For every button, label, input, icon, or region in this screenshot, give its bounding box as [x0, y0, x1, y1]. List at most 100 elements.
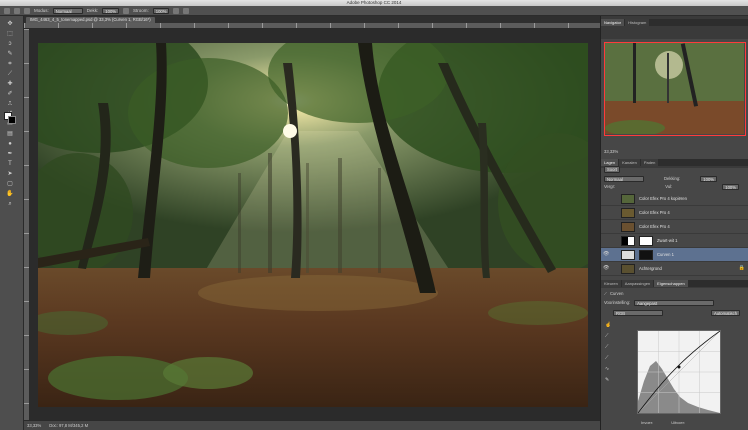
lock-icon: 🔒 — [738, 265, 745, 271]
brush-tool-icon[interactable]: ✐ — [6, 90, 14, 98]
move-tool-icon[interactable]: ✥ — [6, 20, 14, 28]
flow-label: Stroom: — [133, 8, 149, 13]
pressure-size-icon[interactable] — [183, 7, 190, 14]
brush-panel-icon[interactable] — [24, 7, 30, 14]
gradient-tool-icon[interactable]: ▤ — [6, 130, 14, 138]
layer-thumbnail — [621, 264, 635, 274]
dodge-tool-icon[interactable]: ● — [6, 140, 14, 148]
navigator-thumbnail[interactable] — [604, 42, 746, 136]
adjustment-layer-icon — [621, 236, 635, 246]
layer-filter-select[interactable]: Soort — [604, 166, 621, 173]
zoom-readout[interactable]: 33,33% — [27, 423, 41, 428]
tab-channels[interactable]: Kanalen — [619, 159, 640, 166]
channel-row: RGB Automatisch — [613, 310, 741, 316]
navigator-panel: 33,33% — [601, 39, 748, 159]
layer-thumbnail — [621, 222, 635, 232]
tab-navigator[interactable]: Navigator — [601, 19, 625, 26]
crop-tool-icon[interactable]: ⌗ — [6, 60, 14, 68]
layers-tabs: Lagen Kanalen Paden — [601, 159, 748, 166]
preset-row: Voorinstelling: Aangepast — [604, 300, 715, 306]
blend-row: Normaal Dekking: 100% — [604, 176, 718, 182]
tab-colors[interactable]: Kleuren — [601, 280, 621, 287]
input-label: Invoer: — [641, 420, 654, 425]
layer-name: Color Efex Pro 4 — [639, 210, 670, 215]
opacity-label: Dekk: — [86, 8, 99, 13]
layer-row[interactable]: Color Efex Pro 4 — [601, 206, 748, 220]
tab-layers[interactable]: Lagen — [601, 159, 619, 166]
layer-row[interactable]: Color Efex Pro 4 kopiëren — [601, 192, 748, 206]
visibility-toggle-icon[interactable] — [603, 238, 608, 243]
eyedropper-tool-icon[interactable]: ⟋ — [6, 70, 14, 78]
layer-filter-row: Soort — [604, 166, 621, 173]
curves-icon: ⟋ — [604, 291, 607, 296]
gray-point-eyedropper-icon[interactable]: ⟋ — [605, 344, 611, 350]
airbrush-icon[interactable] — [173, 7, 180, 14]
path-select-icon[interactable]: ➤ — [6, 170, 14, 178]
shape-tool-icon[interactable]: ▢ — [6, 180, 14, 188]
output-label: Uitvoer: — [671, 420, 686, 425]
app-title: Adobe Photoshop CC 2014 — [346, 0, 402, 5]
navigator-preview — [605, 43, 744, 135]
panel-title: Curven — [609, 291, 624, 296]
zoom-tool-icon[interactable]: ⌕ — [6, 200, 14, 208]
forest-image — [38, 43, 588, 407]
tab-paths[interactable]: Paden — [640, 159, 659, 166]
layer-thumbnail — [621, 208, 635, 218]
layer-row[interactable]: Color Efex Pro 4 — [601, 220, 748, 234]
curves-adjustment-icon — [621, 250, 635, 260]
tab-adjustments[interactable]: Aanpassingen — [621, 280, 654, 287]
layer-opacity-label: Dekking: — [664, 176, 681, 181]
brush-preset-icon[interactable] — [14, 7, 20, 14]
layer-row[interactable]: 👁 Curven 1 — [601, 248, 748, 262]
mode-select[interactable]: Normaal — [52, 7, 83, 14]
doc-size-readout[interactable]: Doc: 97,8 M/345,2 M — [49, 423, 88, 428]
target-adjust-icon[interactable]: ☝ — [605, 322, 611, 328]
marquee-tool-icon[interactable]: ⬚ — [6, 30, 14, 38]
black-point-eyedropper-icon[interactable]: ⟋ — [605, 333, 611, 339]
forest-photo[interactable] — [38, 43, 588, 407]
visibility-toggle-icon[interactable] — [603, 210, 608, 215]
pencil-draw-icon[interactable]: ✎ — [605, 377, 611, 383]
properties-tabs: Kleuren Aanpassingen Eigenschappen — [601, 280, 748, 287]
visibility-eye-icon[interactable]: 👁 — [603, 252, 609, 257]
tab-properties[interactable]: Eigenschappen — [654, 280, 688, 287]
preset-select[interactable]: Aangepast — [634, 300, 715, 306]
fill-field[interactable]: 100% — [722, 184, 739, 190]
layer-name: Zwart-wit 1 — [657, 238, 678, 243]
layer-mask-thumbnail[interactable] — [639, 236, 653, 246]
pressure-opacity-icon[interactable] — [123, 7, 129, 14]
curves-graph[interactable] — [637, 330, 721, 414]
options-bar: Modus: Normaal Dekk: 100% Stroom: 100% — [0, 6, 748, 16]
visibility-toggle-icon[interactable] — [603, 224, 608, 229]
navigator-zoom[interactable]: 33,33% — [604, 149, 618, 154]
type-tool-icon[interactable]: T — [6, 160, 14, 168]
curves-title-row: ⟋ Curven — [604, 291, 623, 296]
channel-select[interactable]: RGB — [613, 310, 663, 316]
lasso-tool-icon[interactable]: ↄ — [6, 40, 14, 48]
healing-tool-icon[interactable]: ✚ — [6, 80, 14, 88]
layer-row[interactable]: 👁 Achtergrond 🔒 — [601, 262, 748, 276]
status-bar: 33,33% Doc: 97,8 M/345,2 M — [24, 420, 600, 430]
edit-points-icon[interactable]: ∿ — [605, 366, 611, 372]
canvas-area[interactable] — [30, 29, 600, 420]
layer-name: Achtergrond — [639, 266, 662, 271]
layer-opacity-field[interactable]: 100% — [700, 176, 718, 182]
brush-tool-icon[interactable] — [4, 7, 10, 14]
mode-label: Modus: — [34, 8, 49, 13]
white-point-eyedropper-icon[interactable]: ⟋ — [605, 355, 611, 361]
stamp-tool-icon[interactable]: ⎍ — [6, 100, 14, 108]
pen-tool-icon[interactable]: ✒ — [6, 150, 14, 158]
quick-select-tool-icon[interactable]: ✎ — [6, 50, 14, 58]
opacity-field[interactable]: 100% — [102, 7, 119, 14]
layer-row[interactable]: Zwart-wit 1 — [601, 234, 748, 248]
hand-tool-icon[interactable]: ✋ — [6, 190, 14, 198]
visibility-eye-icon[interactable]: 👁 — [603, 266, 609, 271]
layer-mask-thumbnail[interactable] — [639, 250, 653, 260]
visibility-toggle-icon[interactable] — [603, 196, 608, 201]
layer-name: Curven 1 — [657, 252, 674, 257]
auto-button[interactable]: Automatisch — [711, 310, 741, 316]
background-color-swatch[interactable] — [8, 116, 16, 124]
flow-field[interactable]: 100% — [152, 7, 170, 14]
tab-histogram[interactable]: Histogram — [625, 19, 650, 26]
blend-mode-select[interactable]: Normaal — [604, 176, 644, 182]
